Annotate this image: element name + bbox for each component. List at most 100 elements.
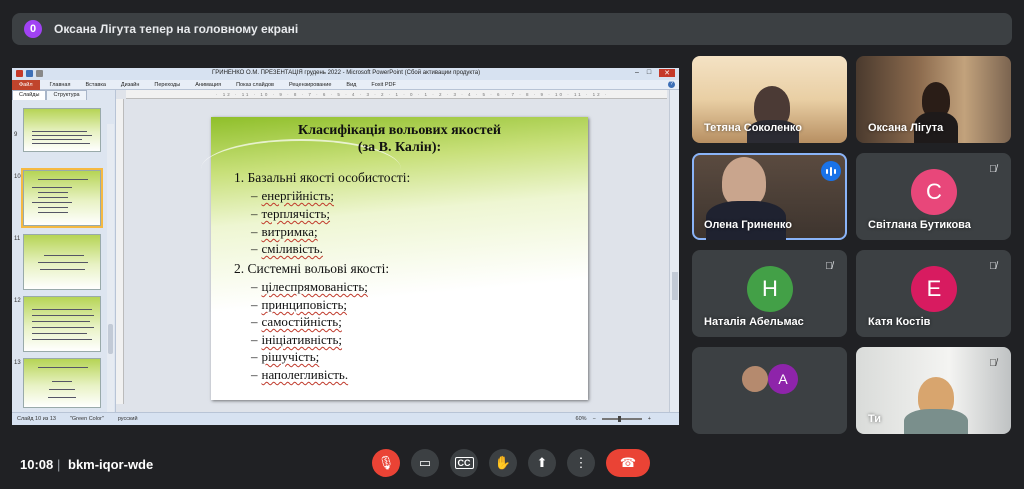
ribbon-tab: Главная — [49, 81, 71, 88]
participant-name: Оксана Лігута — [868, 122, 944, 134]
powerpoint-titlebar: ГРИНЕНКО О.М. ПРЕЗЕНТАЦІЯ грудень 2022 -… — [12, 68, 679, 80]
meeting-code: bkm-iqor-wde — [68, 457, 154, 472]
thumbnail-number: 9 — [14, 132, 18, 138]
slide-thumbnail — [23, 234, 101, 290]
present-button[interactable]: ⬆ — [528, 449, 556, 477]
self-view-tile[interactable]: 🎙̸ Ти — [856, 347, 1011, 434]
camera-toggle-button[interactable]: ▭ — [411, 449, 439, 477]
vertical-ruler — [116, 99, 124, 404]
participant-name: Ти — [868, 413, 882, 425]
call-controls: 🎙 ▭ CC ✋ ⬆ ⋮ ☎ — [372, 449, 650, 477]
mic-toggle-button[interactable]: 🎙 — [372, 449, 400, 477]
ribbon-tabs: Файл Главная Вставка Дизайн Переходы Ани… — [12, 79, 679, 90]
slide-list-item: – наполегливість. — [251, 367, 349, 382]
zoom-control: 60% − + — [576, 416, 651, 422]
slide-section-heading: 2. Системні вольові якості: — [234, 261, 390, 276]
zoom-out-icon: − — [592, 416, 596, 422]
mic-off-icon: 🎙̸ — [989, 357, 997, 369]
avatar: Н — [747, 266, 793, 312]
slide-counter: Слайд 10 из 13 — [17, 416, 56, 422]
close-icon: ✕ — [659, 69, 675, 77]
present-icon: ⬆ — [536, 455, 548, 470]
thumbnail-number: 12 — [14, 298, 21, 304]
slide-list-item: – сміливість. — [251, 241, 323, 256]
ribbon-tab: Foxit PDF — [371, 81, 396, 88]
slide-thumbnail — [23, 108, 101, 152]
slide-list-item: – витримка; — [251, 224, 318, 239]
participant-name: Наталія Абельмас — [704, 316, 804, 328]
redo-icon — [36, 70, 43, 77]
slide-list-item: – терплячість; — [251, 206, 331, 221]
meet-window: 0 Оксана Лігута тепер на головному екран… — [0, 0, 1024, 489]
speaking-indicator-icon — [821, 161, 841, 181]
participant-tile[interactable]: 🎙̸ Н Наталія Абельмас — [692, 250, 847, 337]
participant-tile[interactable]: 🎙̸ Е Катя Костів — [856, 250, 1011, 337]
ribbon-tab: Вид — [346, 81, 357, 88]
participant-tile[interactable]: Тетяна Соколенко — [692, 56, 847, 143]
presentation-screen[interactable]: ГРИНЕНКО О.М. ПРЕЗЕНТАЦІЯ грудень 2022 -… — [12, 68, 679, 425]
thumbnail-number: 10 — [14, 174, 21, 180]
participant-tile[interactable]: Оксана Лігута — [856, 56, 1011, 143]
participant-name: Світлана Бутикова — [868, 219, 971, 231]
current-slide: Класифікація вольових якостей (за В. Кал… — [201, 117, 588, 400]
raise-hand-button[interactable]: ✋ — [489, 449, 517, 477]
thumbnail-number: 13 — [14, 360, 21, 366]
slide-thumbnail — [23, 358, 101, 408]
tab-outline: Структура — [46, 90, 87, 100]
quick-access-toolbar — [16, 70, 43, 77]
participant-tile-speaking[interactable]: Олена Гриненко — [692, 153, 847, 240]
ribbon-tab: Вставка — [85, 81, 106, 88]
slides-panel-scrollbar — [107, 124, 114, 425]
more-participants-tile[interactable]: А — [692, 347, 847, 434]
slide-title: Класифікація вольових якостей — [298, 123, 501, 138]
thumbnail-number: 11 — [14, 236, 21, 242]
mic-off-icon: 🎙̸ — [989, 260, 997, 272]
ribbon-tab: Рецензирование — [288, 81, 332, 88]
avatar: Е — [911, 266, 957, 312]
banner-badge: 0 — [24, 20, 42, 38]
camera-icon: ▭ — [418, 455, 432, 470]
mic-off-icon: 🎙̸ — [825, 260, 833, 272]
help-icon: ? — [668, 81, 675, 88]
maximize-icon: □ — [646, 69, 652, 76]
ribbon-tab: Анимация — [195, 81, 222, 88]
zoom-slider — [601, 416, 642, 422]
powerpoint-statusbar: Слайд 10 из 13 "Green Color" русский 60%… — [12, 412, 679, 425]
notification-banner: 0 Оксана Лігута тепер на головному екран… — [12, 13, 1012, 45]
save-icon — [16, 70, 23, 77]
end-call-button[interactable]: ☎ — [606, 449, 650, 477]
participant-name: Тетяна Соколенко — [704, 122, 802, 134]
slide-thumbnail-selected — [21, 168, 103, 228]
zoom-in-icon: + — [647, 416, 651, 422]
undo-icon — [26, 70, 33, 77]
avatar: А — [768, 364, 798, 394]
slide-list-item: – самостійність; — [251, 314, 342, 329]
minimize-icon: – — [634, 69, 639, 76]
participant-name: Олена Гриненко — [704, 219, 792, 231]
window-title: ГРИНЕНКО О.М. ПРЕЗЕНТАЦІЯ грудень 2022 -… — [212, 70, 481, 76]
ribbon-tab: Переходы — [154, 81, 181, 88]
slide-list-item: – цілеспрямованість; — [251, 279, 368, 294]
banner-text: Оксана Лігута тепер на головному екрані — [54, 22, 299, 36]
horizontal-ruler: · 12 · 11 · 10 · 9 · 8 · 7 · 6 · 5 · 4 ·… — [126, 90, 667, 99]
end-call-icon: ☎ — [619, 455, 637, 470]
zoom-level: 60% — [575, 416, 587, 422]
slide-section-heading: 1. Базальні якості особистості: — [234, 170, 411, 185]
language-indicator: русский — [117, 416, 138, 422]
slide-scrollbar — [669, 90, 679, 412]
ribbon-tab: Дизайн — [120, 81, 140, 88]
clock: 10:08 — [20, 457, 54, 472]
slide-list-item: – принциповість; — [251, 297, 347, 312]
window-controls: – □ ✕ — [635, 69, 675, 77]
more-options-button[interactable]: ⋮ — [567, 449, 595, 477]
captions-icon: CC — [454, 457, 474, 469]
captions-button[interactable]: CC — [450, 449, 478, 477]
ribbon-tab: Показ слайдов — [236, 81, 274, 88]
participant-name: Катя Костів — [868, 316, 931, 328]
slide-subtitle: (за В. Калін): — [357, 140, 442, 155]
slide-editing-area: Класифікація вольових якостей (за В. Кал… — [125, 99, 668, 412]
slide-list-item: – енергійність; — [251, 188, 334, 203]
raise-hand-icon: ✋ — [494, 455, 512, 470]
participant-tile[interactable]: 🎙̸ С Світлана Бутикова — [856, 153, 1011, 240]
slide-list-item: – рішучість; — [251, 349, 320, 364]
